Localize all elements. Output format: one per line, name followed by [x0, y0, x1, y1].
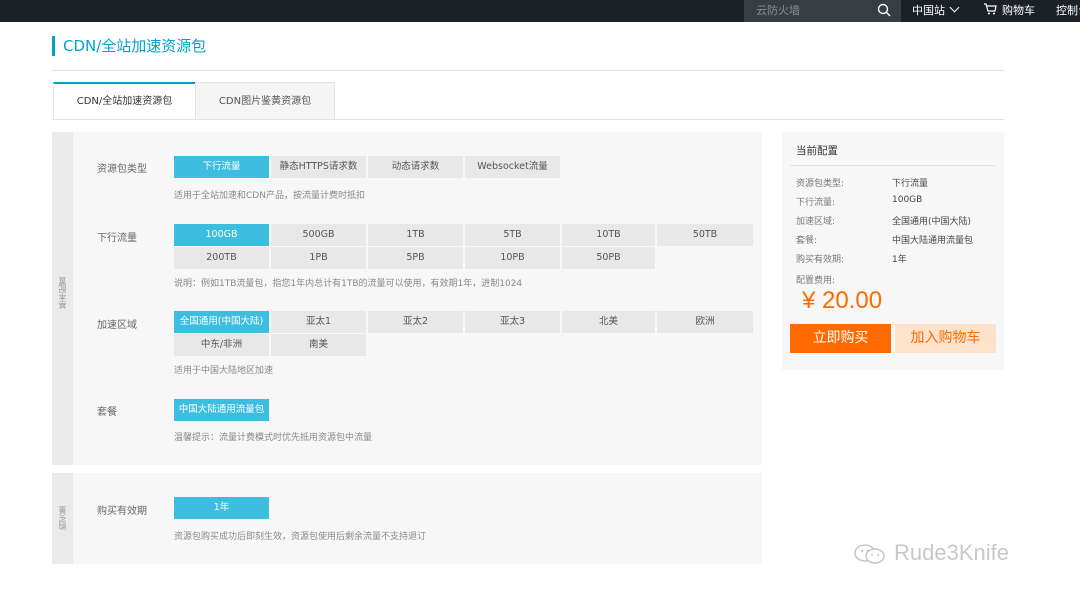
config-key: 套餐: [796, 236, 818, 246]
config-value: 中国大陆通用流量包 [892, 236, 974, 246]
console-label: 控制台 [1056, 4, 1080, 17]
config-title: 当前配置 [796, 145, 838, 157]
option-region[interactable]: 欧洲 [657, 311, 753, 333]
validity-label: 购买有效期 [97, 506, 147, 517]
config-value: 下行流量 [892, 179, 929, 189]
cart-label: 购物车 [1002, 4, 1035, 17]
region-hint: 适用于中国大陆地区加速 [174, 366, 274, 376]
config-value: 1年 [892, 255, 907, 265]
cart-link[interactable]: 购物车 [983, 2, 1035, 18]
option-region[interactable]: 中东/非洲 [174, 334, 269, 356]
panel-side-bar: 基本配置 [52, 132, 73, 465]
purchase-panel: 购买量 [52, 473, 762, 564]
divider [790, 165, 995, 166]
option-package-type-dynamic[interactable]: 动态请求数 [368, 156, 463, 178]
option-validity[interactable]: 1年 [174, 497, 269, 519]
watermark: Rude3Knife [852, 540, 1009, 566]
search-input[interactable]: 云防火墙 [744, 0, 901, 22]
option-package-type-websocket[interactable]: Websocket流量 [465, 156, 560, 178]
cart-icon [984, 3, 997, 15]
option-region[interactable]: 全国通用(中国大陆) [174, 311, 269, 333]
validity-hint: 资源包购买成功后即刻生效，资源包使用后剩余流量不支持退订 [174, 532, 427, 542]
search-icon[interactable] [877, 3, 891, 17]
chevron-down-icon [949, 2, 960, 13]
option-package-type-https[interactable]: 静态HTTPS请求数 [271, 156, 366, 178]
region-label: 中国站 [912, 4, 945, 17]
package-type-hint: 适用于全站加速和CDN产品，按流量计费时抵扣 [174, 191, 365, 201]
current-config-panel: 当前配置 资源包类型: 下行流量 下行流量: 100GB 加速区域: 全国通用(… [782, 132, 1004, 370]
plan-hint: 温馨提示：流量计费模式时优先抵用资源包中流量 [174, 433, 373, 443]
option-region[interactable]: 亚太2 [368, 311, 463, 333]
search-placeholder: 云防火墙 [756, 4, 800, 17]
option-traffic[interactable]: 10TB [562, 224, 655, 246]
plan-label: 套餐 [97, 407, 117, 418]
buy-now-button[interactable]: 立即购买 [790, 324, 891, 353]
option-plan[interactable]: 中国大陆通用流量包 [174, 399, 269, 421]
panel-side-bar: 购买量 [52, 473, 73, 564]
option-traffic[interactable]: 500GB [271, 224, 366, 246]
region-selector[interactable]: 中国站 [912, 2, 960, 18]
top-nav-bar: 云防火墙 中国站 购物车 控制台 [0, 0, 1080, 22]
add-to-cart-button[interactable]: 加入购物车 [895, 324, 996, 353]
traffic-hint: 说明：例如1TB流量包，指您1年内总计有1TB的流量可以使用，有效期1年，进制1… [174, 279, 523, 289]
config-value: 100GB [892, 195, 923, 205]
tab-image-review-package[interactable]: CDN图片鉴黄资源包 [195, 82, 335, 120]
option-traffic[interactable]: 5PB [368, 247, 463, 269]
console-link[interactable]: 控制台 [1056, 2, 1080, 18]
option-traffic[interactable]: 200TB [174, 247, 269, 269]
option-traffic[interactable]: 1TB [368, 224, 463, 246]
tab-cdn-package[interactable]: CDN/全站加速资源包 [53, 82, 196, 120]
option-traffic[interactable]: 50PB [562, 247, 655, 269]
config-value: 全国通用(中国大陆) [892, 217, 972, 227]
page-title: CDN/全站加速资源包 [52, 36, 206, 56]
config-key: 加速区域: [796, 217, 836, 227]
fee-label: 配置费用: [796, 276, 836, 286]
traffic-label: 下行流量 [97, 233, 137, 244]
watermark-text: Rude3Knife [894, 540, 1009, 565]
side-label: 基本配置 [58, 277, 67, 309]
package-type-label: 资源包类型 [97, 164, 147, 175]
wechat-icon [854, 544, 885, 564]
config-key: 资源包类型: [796, 179, 845, 189]
option-region[interactable]: 亚太1 [271, 311, 366, 333]
option-region[interactable]: 南美 [271, 334, 366, 356]
config-key: 下行流量: [796, 198, 836, 208]
option-traffic[interactable]: 10PB [465, 247, 560, 269]
region-label: 加速区域 [97, 320, 137, 331]
price-value: ¥ 20.00 [802, 287, 883, 314]
side-label: 购买量 [58, 506, 67, 530]
config-key: 购买有效期: [796, 255, 845, 265]
option-region[interactable]: 亚太3 [465, 311, 560, 333]
divider [52, 119, 1004, 120]
option-traffic[interactable]: 5TB [465, 224, 560, 246]
option-region[interactable]: 北美 [562, 311, 655, 333]
option-traffic[interactable]: 1PB [271, 247, 366, 269]
basic-config-panel: 基本配置 [52, 132, 762, 465]
divider [52, 70, 1004, 71]
option-traffic[interactable]: 50TB [657, 224, 753, 246]
option-traffic[interactable]: 100GB [174, 224, 269, 246]
option-package-type-traffic[interactable]: 下行流量 [174, 156, 269, 178]
